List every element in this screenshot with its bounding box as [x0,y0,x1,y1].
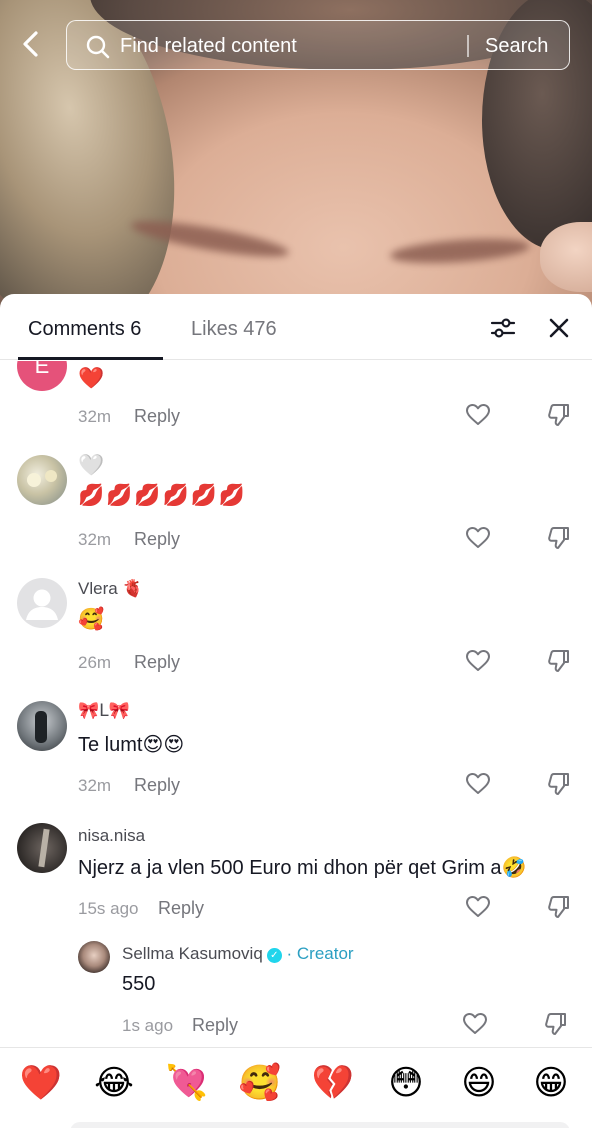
reply-button[interactable]: Reply [134,652,180,673]
comment-text: Te lumt😍😍 [78,734,185,756]
avatar[interactable] [17,823,67,873]
reply-button[interactable]: Reply [134,529,180,550]
active-tab-indicator [18,357,163,360]
search-input[interactable]: Find related content [120,35,297,58]
comment-list: E ❤️ 32m Reply 🤍 💋💋💋💋💋💋 32m Reply Vlera … [0,361,592,1047]
filter-icon[interactable] [489,314,517,342]
chevron-left-icon [23,31,38,57]
creator-tag: · Creator [286,944,354,963]
comment-time: 32m [78,776,112,795]
username[interactable]: Vlera 🫀 [78,579,144,599]
username[interactable]: Sellma Kasumoviq ✓ · Creator [122,944,354,964]
comment-time: 32m [78,530,112,549]
emoji-flushed[interactable]: 😳 [384,1061,428,1105]
default-avatar-icon [26,589,58,620]
avatar[interactable] [78,941,110,973]
comment-text: ❤️ [78,366,105,390]
tab-likes[interactable]: Likes 476 [191,318,277,341]
dislike-icon[interactable] [546,525,572,551]
avatar[interactable]: E [17,361,67,391]
dislike-icon[interactable] [546,894,572,920]
comment-text: 💋💋💋💋💋💋 [78,483,247,507]
username[interactable]: 🎀L🎀 [78,701,130,721]
username[interactable]: 🤍 [78,453,104,478]
reply-button[interactable]: Reply [134,775,180,796]
comment-time: 26m [78,653,112,672]
search-divider [467,35,469,57]
search-box[interactable]: Find related content Search [66,20,570,70]
emoji-heart-arrow[interactable]: 💘 [165,1061,209,1105]
emoji-broken-heart[interactable]: 💔 [311,1061,355,1105]
comment-time: 32m [78,407,112,426]
tab-bar: Comments 6 Likes 476 [0,294,592,360]
emoji-smiling-hearts[interactable]: 🥰 [238,1061,282,1105]
comment-input[interactable] [70,1122,570,1128]
dislike-icon[interactable] [543,1011,569,1037]
avatar[interactable] [17,578,67,628]
emoji-red-heart[interactable]: ❤️ [19,1061,63,1105]
comment-time: 15s ago [78,899,139,918]
top-bar: Find related content Search [0,16,592,74]
verified-badge-icon: ✓ [266,948,282,963]
heart-icon[interactable] [465,402,491,428]
reply-button[interactable]: Reply [192,1015,238,1036]
heart-icon[interactable] [465,894,491,920]
back-button[interactable] [14,26,50,62]
heart-icon[interactable] [465,525,491,551]
emoji-grinning[interactable]: 😄 [457,1061,501,1105]
dislike-icon[interactable] [546,771,572,797]
username[interactable]: nisa.nisa [78,826,145,846]
comment-time: 1s ago [122,1016,174,1035]
reply-button[interactable]: Reply [158,898,204,919]
heart-icon[interactable] [465,771,491,797]
dislike-icon[interactable] [546,648,572,674]
search-icon [86,35,110,59]
emoji-tears-of-joy[interactable]: 😂 [92,1061,136,1105]
avatar[interactable] [17,455,67,505]
emoji-beaming[interactable]: 😁 [529,1061,573,1105]
emoji-reaction-bar: ❤️ 😂 💘 🥰 💔 😳 😄 😁 [0,1047,592,1117]
comment-text: 550 [122,973,156,995]
tab-comments[interactable]: Comments 6 [28,318,141,341]
comment-text: Njerz a ja vlen 500 Euro mi dhon për qet… [78,857,527,879]
heart-icon[interactable] [462,1011,488,1037]
avatar[interactable] [17,701,67,751]
dislike-icon[interactable] [546,402,572,428]
search-button[interactable]: Search [485,35,548,58]
reply-button[interactable]: Reply [134,406,180,427]
comment-text: 🥰 [78,607,105,631]
heart-icon[interactable] [465,648,491,674]
close-icon[interactable] [545,314,573,342]
comments-sheet: Comments 6 Likes 476 E ❤️ 32m Reply 🤍 💋💋… [0,294,592,1128]
